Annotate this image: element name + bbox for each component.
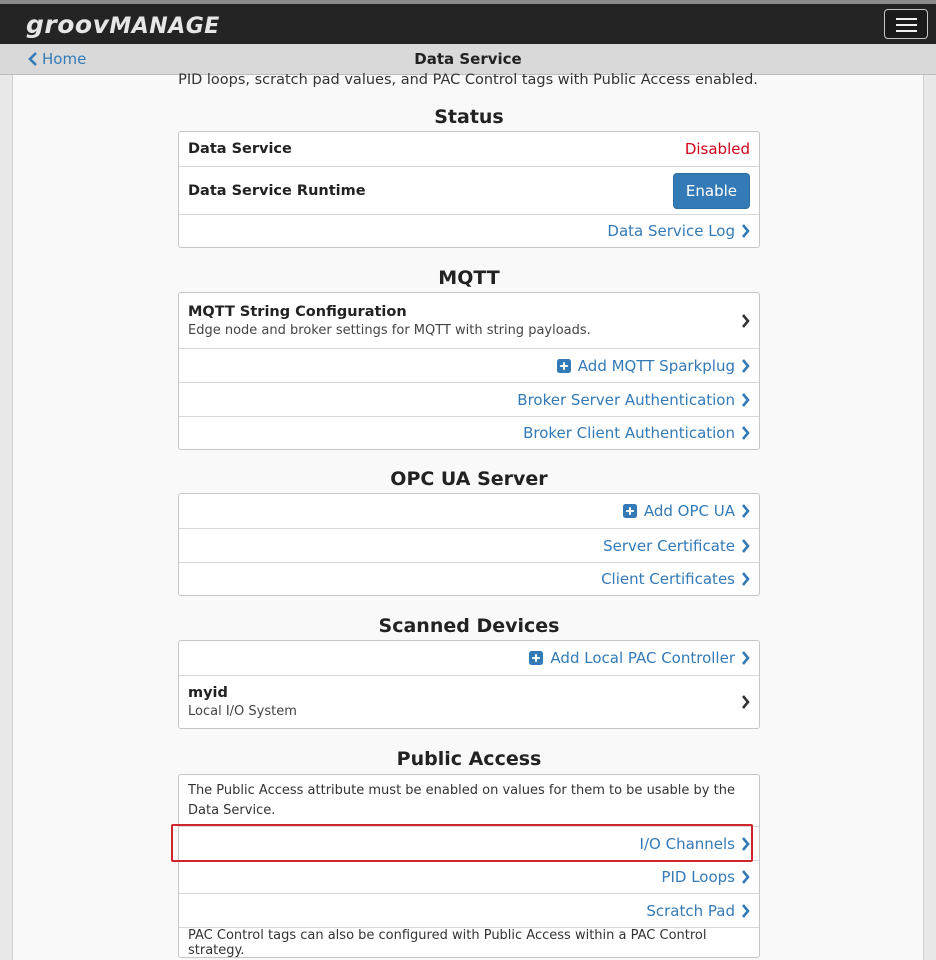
chevron-right-icon — [742, 651, 750, 665]
add-opcua-link[interactable]: Add OPC UA — [179, 494, 759, 528]
logo-groov: groov — [26, 10, 110, 39]
public-access-note-bottom: PAC Control tags can also be configured … — [179, 927, 759, 958]
chevron-right-icon — [742, 392, 750, 407]
client-certificates-link[interactable]: Client Certificates — [179, 562, 759, 595]
top-bar: groovMANAGE — [0, 0, 936, 44]
chevron-right-icon — [742, 426, 750, 440]
device-row-myid[interactable]: myid Local I/O System — [179, 675, 759, 728]
intro-text: PID loops, scratch pad values, and PAC C… — [178, 72, 758, 88]
pid-loops-link[interactable]: PID Loops — [179, 860, 759, 893]
plus-square-icon — [529, 651, 544, 665]
status-panel: Data Service Disabled Data Service Runti… — [178, 131, 760, 248]
mqtt-panel: MQTT String Configuration Edge node and … — [178, 292, 760, 450]
hamburger-icon — [896, 18, 917, 20]
io-channels-label: I/O Channels — [639, 834, 735, 853]
chevron-right-icon — [742, 870, 750, 884]
data-service-log-label: Data Service Log — [607, 222, 735, 240]
data-service-label: Data Service — [188, 141, 292, 157]
public-access-panel: The Public Access attribute must be enab… — [178, 774, 760, 958]
chevron-right-icon — [742, 695, 750, 709]
public-access-note-bottom-text: PAC Control tags can also be configured … — [188, 927, 707, 958]
chevron-right-icon — [742, 572, 750, 586]
broker-server-auth-link[interactable]: Broker Server Authentication — [179, 382, 759, 416]
nav-bar: Home Data Service — [0, 44, 936, 75]
opcua-title: OPC UA Server — [390, 468, 548, 490]
scanned-devices-panel: Add Local PAC Controller myid Local I/O … — [178, 640, 760, 729]
data-service-row: Data Service Disabled — [179, 132, 759, 166]
chevron-right-icon — [742, 836, 750, 851]
device-name: myid — [188, 685, 228, 701]
scratch-pad-label: Scratch Pad — [646, 901, 735, 920]
enable-button[interactable]: Enable — [672, 172, 750, 209]
mqtt-config-desc: Edge node and broker settings for MQTT w… — [188, 322, 591, 338]
chevron-right-icon — [742, 224, 750, 238]
broker-client-auth-link[interactable]: Broker Client Authentication — [179, 416, 759, 449]
hamburger-icon — [896, 30, 917, 32]
broker-server-auth-label: Broker Server Authentication — [517, 390, 735, 409]
device-desc: Local I/O System — [188, 704, 297, 719]
mqtt-config-title: MQTT String Configuration — [188, 303, 407, 320]
page-title: Data Service — [414, 50, 522, 68]
groov-manage-logo: groovMANAGE — [26, 10, 220, 39]
broker-client-auth-label: Broker Client Authentication — [523, 424, 735, 442]
hamburger-icon — [896, 24, 917, 26]
add-mqtt-sparkplug-label: Add MQTT Sparkplug — [577, 356, 735, 375]
plus-square-icon — [556, 358, 571, 373]
data-service-status: Disabled — [684, 140, 750, 158]
add-opcua-label: Add OPC UA — [643, 502, 735, 520]
io-channels-link[interactable]: I/O Channels — [179, 826, 759, 860]
chevron-right-icon — [742, 504, 750, 518]
chevron-right-icon — [742, 313, 750, 328]
runtime-label: Data Service Runtime — [188, 182, 366, 199]
mqtt-string-config-row[interactable]: MQTT String Configuration Edge node and … — [179, 293, 759, 348]
status-title: Status — [434, 106, 504, 128]
data-service-log-link[interactable]: Data Service Log — [179, 214, 759, 247]
menu-button[interactable] — [884, 9, 928, 39]
chevron-right-icon — [742, 358, 750, 373]
add-local-pac-label: Add Local PAC Controller — [550, 649, 735, 667]
chevron-right-icon — [742, 538, 750, 553]
pid-loops-label: PID Loops — [661, 868, 735, 886]
client-certificates-label: Client Certificates — [601, 570, 735, 588]
opcua-panel: Add OPC UA Server Certificate Client Cer… — [178, 493, 760, 596]
server-certificate-label: Server Certificate — [603, 536, 735, 555]
mqtt-title: MQTT — [438, 267, 500, 289]
chevron-right-icon — [742, 903, 750, 918]
server-certificate-link[interactable]: Server Certificate — [179, 528, 759, 562]
add-mqtt-sparkplug-link[interactable]: Add MQTT Sparkplug — [179, 348, 759, 382]
plus-square-icon — [622, 504, 637, 518]
add-local-pac-link[interactable]: Add Local PAC Controller — [179, 641, 759, 675]
public-access-title: Public Access — [396, 748, 542, 770]
scratch-pad-link[interactable]: Scratch Pad — [179, 893, 759, 927]
runtime-row: Data Service Runtime Enable — [179, 166, 759, 214]
logo-manage: MANAGE — [109, 14, 220, 39]
public-access-note-top: The Public Access attribute must be enab… — [188, 783, 735, 818]
scanned-devices-title: Scanned Devices — [378, 615, 560, 637]
